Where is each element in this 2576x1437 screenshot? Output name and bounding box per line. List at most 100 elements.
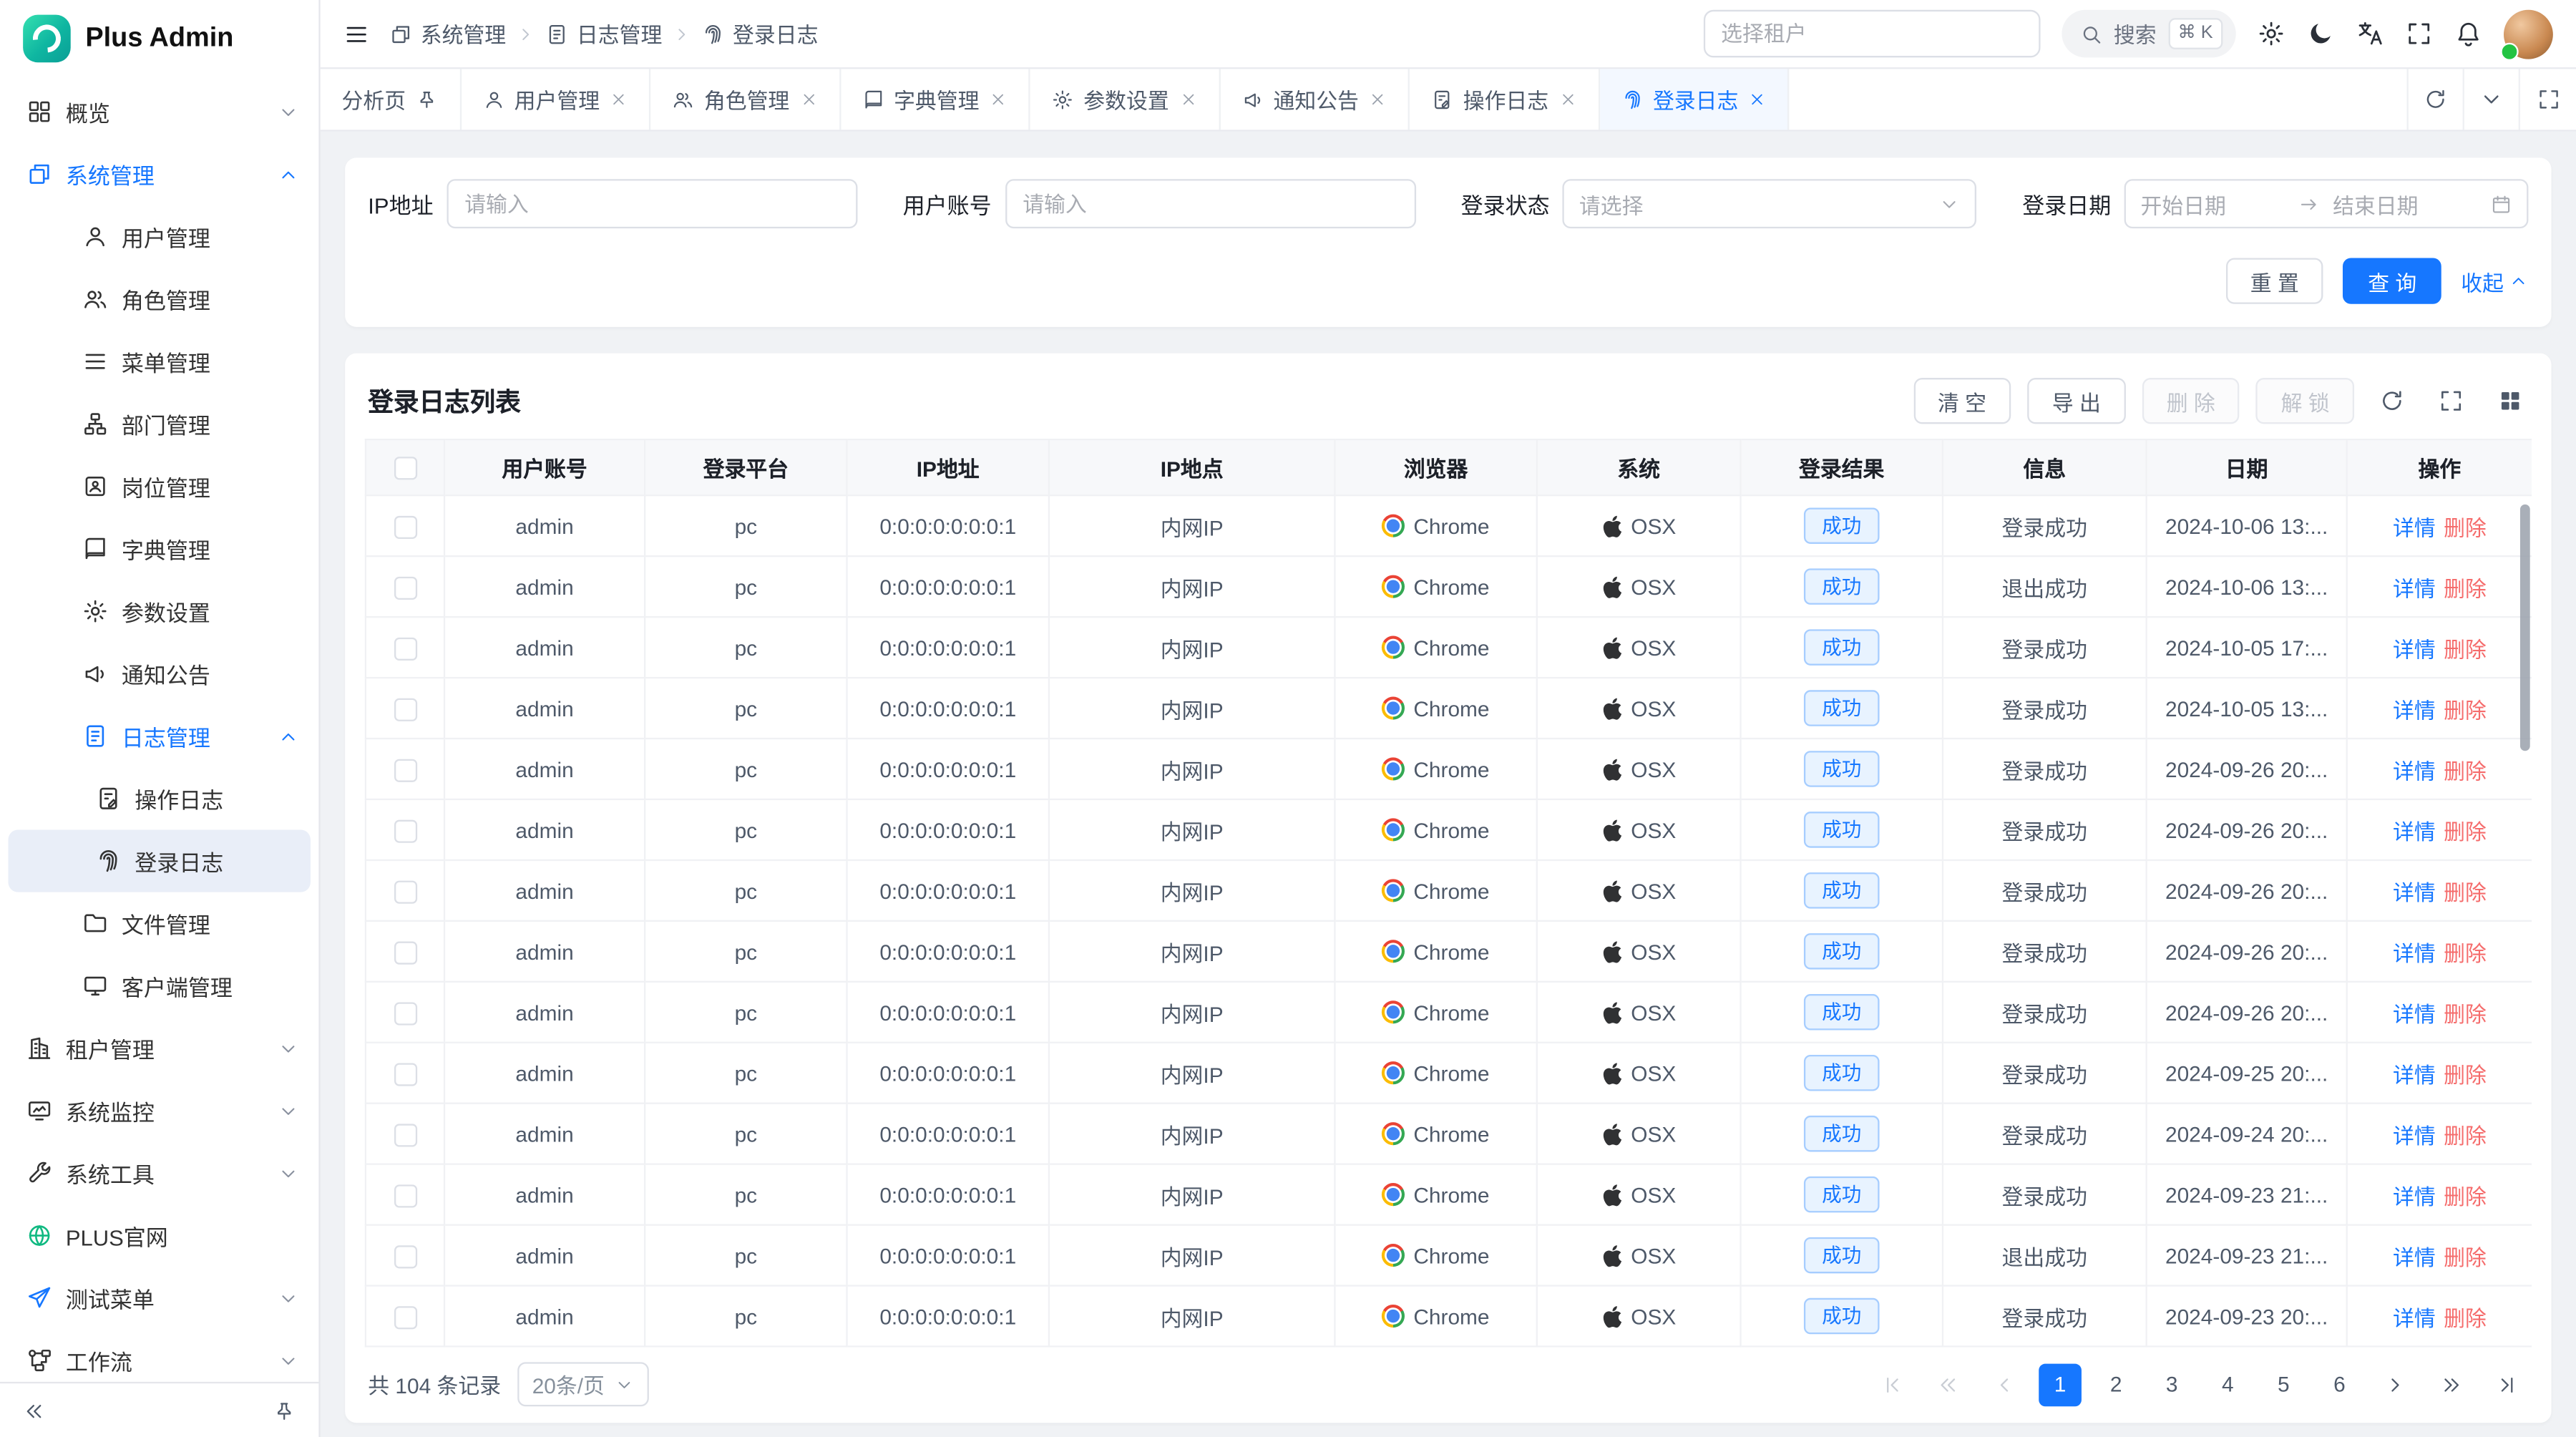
prev-page-button[interactable] [1983,1363,2026,1406]
sidebar-item-client-management[interactable]: 客户端管理 [0,955,318,1017]
table-fullscreen-button[interactable] [2430,379,2473,422]
row-checkbox[interactable] [394,515,416,538]
sidebar-item-overview[interactable]: 概览 [0,81,318,143]
column-settings-button[interactable] [2489,379,2532,422]
tab-dict-management[interactable]: 字典管理 [840,69,1030,130]
det​ail-link[interactable]: 详情 [2393,754,2436,785]
sidebar-item-plus-website[interactable]: PLUS官网 [0,1204,318,1267]
sidebar-item-user-management[interactable]: 用户管理 [0,205,318,268]
delete-link[interactable]: 删除 [2444,693,2487,724]
delete-link[interactable]: 删除 [2444,1057,2487,1088]
delete-link[interactable]: 删除 [2444,510,2487,542]
page-size-select[interactable]: 20条/页 [517,1362,649,1406]
clear-button[interactable]: 清 空 [1913,378,2011,424]
det​ail-link[interactable]: 详情 [2393,996,2436,1028]
row-checkbox[interactable] [394,576,416,599]
row-checkbox[interactable] [394,1063,416,1086]
settings-gear-icon[interactable] [2258,20,2285,48]
page-button-1[interactable]: 1 [2039,1363,2082,1406]
tab-role-management[interactable]: 角色管理 [650,69,840,130]
det​ail-link[interactable]: 详情 [2393,693,2436,724]
delete-link[interactable]: 删除 [2444,754,2487,785]
translate-icon[interactable] [2356,20,2384,48]
close-icon[interactable] [799,90,817,108]
delete-link[interactable]: 删除 [2444,571,2487,603]
sidebar-item-param-settings[interactable]: 参数设置 [0,580,318,642]
next-page-button[interactable] [2374,1363,2417,1406]
row-checkbox[interactable] [394,1002,416,1025]
tenant-select-input[interactable] [1721,21,2021,46]
table-row[interactable]: admin pc 0:0:0:0:0:0:0:1 内网IP Chrome OSX… [366,495,2532,556]
sidebar-item-workflow[interactable]: 工作流 [0,1329,318,1381]
hamburger-icon[interactable] [343,21,370,47]
det​ail-link[interactable]: 详情 [2393,1118,2436,1149]
sidebar-item-test-menu[interactable]: 测试菜单 [0,1267,318,1329]
delete-link[interactable]: 删除 [2444,1300,2487,1332]
close-icon[interactable] [1369,90,1387,108]
sidebar-item-tenant-management[interactable]: 租户管理 [0,1017,318,1079]
sidebar-item-system-tools[interactable]: 系统工具 [0,1142,318,1204]
sidebar-item-menu-management[interactable]: 菜单管理 [0,330,318,392]
global-search[interactable]: 搜索 ⌘ K [2061,10,2235,58]
refresh-tab-button[interactable] [2409,69,2464,130]
sidebar-item-login-log[interactable]: 登录日志 [8,829,310,892]
breadcrumb-log-management[interactable]: 日志管理 [545,18,662,49]
table-row[interactable]: admin pc 0:0:0:0:0:0:0:1 内网IP Chrome OSX… [366,1104,2532,1164]
row-checkbox[interactable] [394,1184,416,1207]
sidebar-item-notice[interactable]: 通知公告 [0,643,318,705]
table-row[interactable]: admin pc 0:0:0:0:0:0:0:1 内网IP Chrome OSX… [366,982,2532,1043]
row-checkbox[interactable] [394,1245,416,1268]
close-icon[interactable] [610,90,628,108]
unlock-button[interactable]: 解 锁 [2256,378,2354,424]
det​ail-link[interactable]: 详情 [2393,814,2436,846]
table-row[interactable]: admin pc 0:0:0:0:0:0:0:1 内网IP Chrome OSX… [366,799,2532,860]
delete-link[interactable]: 删除 [2444,1179,2487,1210]
sidebar-item-dict-management[interactable]: 字典管理 [0,517,318,580]
login-status-select[interactable]: 请选择 [1563,179,1977,228]
row-checkbox[interactable] [394,880,416,903]
det​ail-link[interactable]: 详情 [2393,571,2436,603]
row-checkbox[interactable] [394,1124,416,1146]
row-checkbox[interactable] [394,637,416,660]
sidebar-item-file-management[interactable]: 文件管理 [0,892,318,955]
page-button-6[interactable]: 6 [2318,1363,2361,1406]
tab-user-management[interactable]: 用户管理 [461,69,650,130]
sidebar-item-post-management[interactable]: 岗位管理 [0,455,318,517]
breadcrumb-login-log[interactable]: 登录日志 [701,18,818,49]
export-button[interactable]: 导 出 [2027,378,2125,424]
search-button[interactable]: 查 询 [2343,258,2441,303]
page-button-5[interactable]: 5 [2262,1363,2305,1406]
page-button-4[interactable]: 4 [2206,1363,2249,1406]
tab-menu-button[interactable] [2464,69,2520,130]
reset-button[interactable]: 重 置 [2225,258,2323,303]
table-row[interactable]: admin pc 0:0:0:0:0:0:0:1 内网IP Chrome OSX… [366,1043,2532,1104]
refresh-table-button[interactable] [2371,379,2414,422]
tab-notice[interactable]: 通知公告 [1220,69,1410,130]
close-icon[interactable] [989,90,1007,108]
table-row[interactable]: admin pc 0:0:0:0:0:0:0:1 内网IP Chrome OSX… [366,921,2532,982]
dark-mode-moon-icon[interactable] [2306,20,2334,48]
fullscreen-icon[interactable] [2405,20,2433,48]
close-icon[interactable] [1179,90,1197,108]
content-fullscreen-button[interactable] [2520,69,2576,130]
prev-5-pages-button[interactable] [1927,1363,1970,1406]
account-input[interactable] [1005,179,1415,228]
tab-param-settings[interactable]: 参数设置 [1030,69,1220,130]
breadcrumb-system-management[interactable]: 系统管理 [389,18,506,49]
sidebar-item-role-management[interactable]: 角色管理 [0,268,318,330]
first-page-button[interactable] [1871,1363,1914,1406]
row-checkbox[interactable] [394,941,416,964]
sidebar-item-log-management[interactable]: 日志管理 [0,705,318,767]
ip-input[interactable] [447,179,857,228]
table-scrollbar[interactable] [2520,505,2530,751]
close-icon[interactable] [1748,90,1766,108]
table-row[interactable]: admin pc 0:0:0:0:0:0:0:1 内网IP Chrome OSX… [366,678,2532,739]
table-row[interactable]: admin pc 0:0:0:0:0:0:0:1 内网IP Chrome OSX… [366,1225,2532,1286]
close-icon[interactable] [1558,90,1576,108]
page-button-3[interactable]: 3 [2150,1363,2193,1406]
det​ail-link[interactable]: 详情 [2393,1179,2436,1210]
delete-link[interactable]: 删除 [2444,1118,2487,1149]
next-5-pages-button[interactable] [2430,1363,2473,1406]
det​ail-link[interactable]: 详情 [2393,632,2436,663]
det​ail-link[interactable]: 详情 [2393,936,2436,968]
